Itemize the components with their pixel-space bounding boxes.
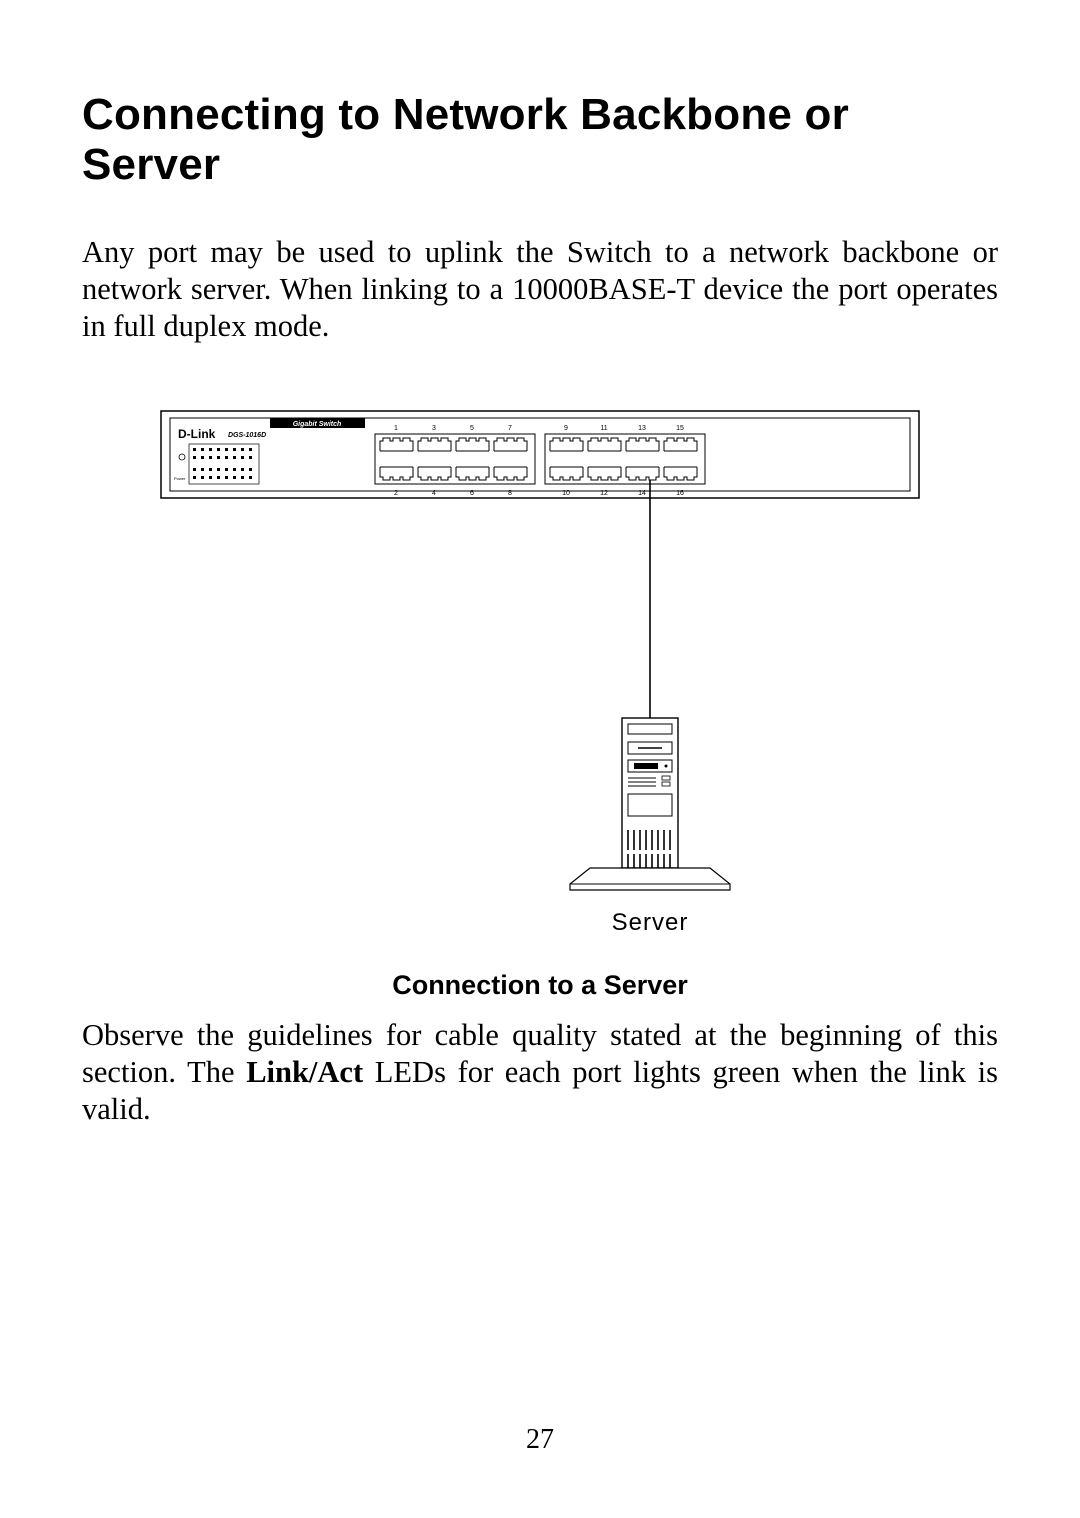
figure-caption: Connection to a Server [82, 970, 998, 1001]
svg-text:9: 9 [564, 425, 568, 432]
page-number: 27 [0, 1424, 1080, 1456]
svg-text:12: 12 [600, 490, 608, 497]
svg-text:11: 11 [600, 425, 607, 432]
svg-text:3: 3 [432, 425, 436, 432]
svg-text:16: 16 [676, 490, 684, 497]
svg-text:13: 13 [638, 425, 646, 432]
svg-text:Power: Power [174, 476, 186, 481]
guidelines-paragraph: Observe the guidelines for cable quality… [82, 1017, 998, 1129]
svg-text:7: 7 [508, 425, 512, 432]
switch-brand-text: D-Link [178, 427, 216, 441]
para2-bold: Link/Act [246, 1055, 363, 1089]
server-illustration [570, 718, 730, 890]
svg-text:8: 8 [508, 490, 512, 497]
svg-text:1: 1 [394, 425, 398, 432]
svg-text:15: 15 [676, 425, 684, 432]
switch-banner-text: Gigabit Switch [293, 421, 342, 428]
switch-server-diagram: Gigabit Switch D-Link DGS-1016D Power [160, 410, 920, 950]
svg-text:2: 2 [394, 490, 398, 497]
svg-text:10: 10 [562, 490, 570, 497]
network-diagram: Gigabit Switch D-Link DGS-1016D Power [82, 410, 998, 950]
server-label: Server [612, 909, 689, 936]
switch-model-text: DGS-1016D [228, 432, 266, 439]
svg-text:4: 4 [432, 490, 436, 497]
intro-paragraph: Any port may be used to uplink the Switc… [82, 234, 998, 346]
svg-text:6: 6 [470, 490, 474, 497]
svg-text:14: 14 [638, 490, 646, 497]
svg-text:5: 5 [470, 425, 474, 432]
page-title: Connecting to Network Backbone or Server [82, 90, 998, 190]
